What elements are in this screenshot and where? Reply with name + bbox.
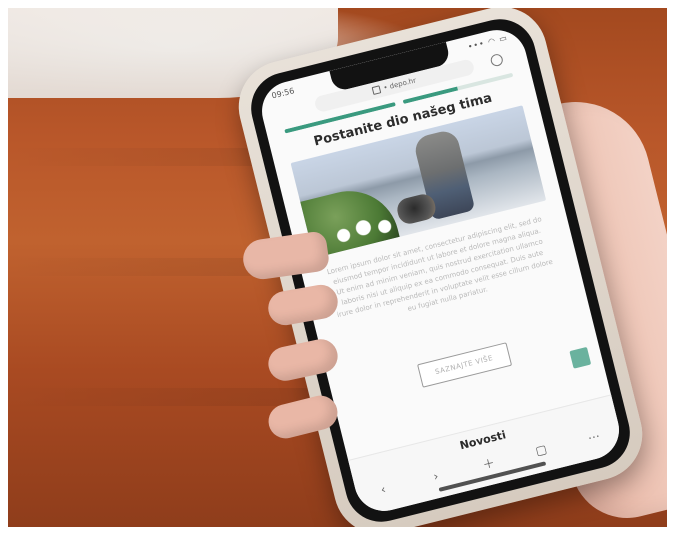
- status-time: 09:56: [270, 86, 296, 101]
- reload-icon[interactable]: [489, 52, 505, 68]
- status-signal: ••• ◠ ▭: [466, 32, 509, 52]
- menu-icon[interactable]: ⋯: [583, 427, 604, 447]
- tabs-icon[interactable]: ▢: [530, 440, 551, 460]
- browser-url: • depo.hr: [382, 76, 417, 93]
- learn-more-button[interactable]: SAZNAJTE VIŠE: [416, 342, 512, 388]
- photo-frame: 09:56 ••• ◠ ▭ • depo.hr Postanite dio na…: [8, 8, 667, 527]
- plus-icon[interactable]: ＋: [478, 453, 499, 473]
- phone-container: 09:56 ••• ◠ ▭ • depo.hr Postanite dio na…: [8, 8, 667, 527]
- bottom-sheet: Novosti ‹ › ＋ ▢ ⋯: [348, 394, 626, 518]
- forward-icon[interactable]: ›: [425, 466, 446, 486]
- hero-dog: [394, 191, 438, 227]
- floating-action-button[interactable]: [569, 346, 592, 369]
- lock-icon: [371, 85, 382, 95]
- back-icon[interactable]: ‹: [373, 479, 394, 499]
